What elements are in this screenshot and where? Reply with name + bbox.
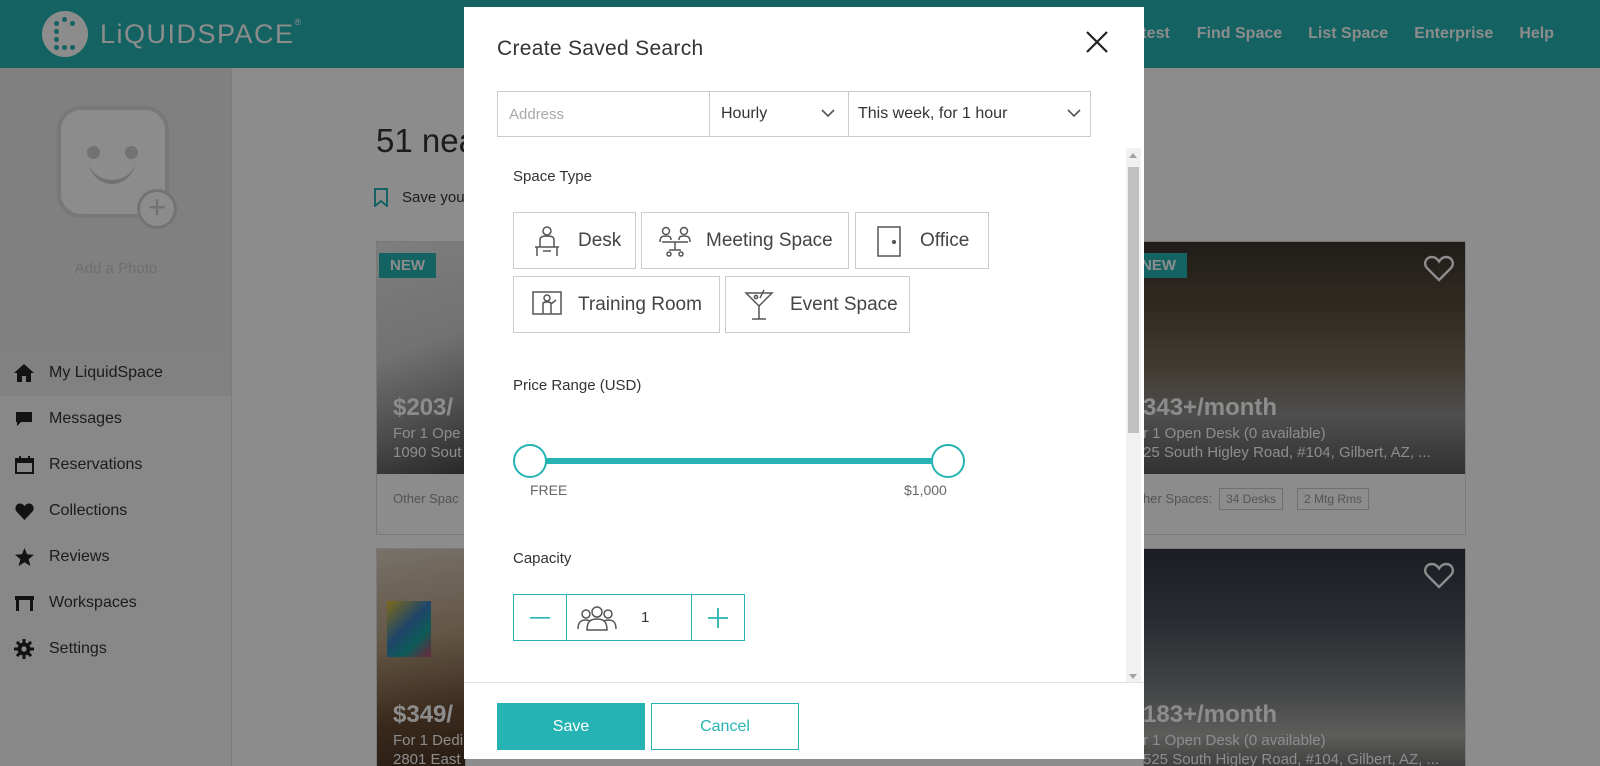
meeting-icon xyxy=(658,224,692,258)
scroll-up-arrow-icon[interactable] xyxy=(1129,153,1137,158)
price-range-track[interactable] xyxy=(530,458,948,464)
chevron-down-icon xyxy=(1067,109,1081,118)
capacity-value: 1 xyxy=(641,609,650,626)
save-button[interactable]: Save xyxy=(497,703,645,750)
space-type-label: Space Type xyxy=(513,168,592,185)
dialog-title: Create Saved Search xyxy=(497,37,704,60)
space-type-training-button[interactable]: Training Room xyxy=(513,276,720,333)
dialog-footer: Save Cancel xyxy=(464,682,1144,759)
price-max-label: $1,000 xyxy=(904,482,947,498)
desk-person-icon xyxy=(530,224,564,258)
scroll-thumb[interactable] xyxy=(1128,167,1139,433)
cancel-button[interactable]: Cancel xyxy=(651,703,799,750)
space-type-office-button[interactable]: Office xyxy=(855,212,989,269)
space-type-label-text: Training Room xyxy=(578,293,702,315)
capacity-label: Capacity xyxy=(513,550,572,567)
close-icon[interactable] xyxy=(1082,27,1112,57)
price-min-label: FREE xyxy=(530,482,568,498)
space-type-label-text: Desk xyxy=(578,229,622,251)
rate-type-value: Hourly xyxy=(721,105,768,122)
address-input[interactable] xyxy=(498,92,710,136)
plus-icon xyxy=(708,607,728,628)
date-range-value: This week, for 1 hour xyxy=(858,105,1008,122)
door-icon xyxy=(872,224,906,258)
space-type-meeting-button[interactable]: Meeting Space xyxy=(641,212,849,269)
capacity-value-field[interactable]: 1 xyxy=(566,595,692,640)
cocktail-icon xyxy=(742,288,776,322)
capacity-decrement-button[interactable] xyxy=(514,595,566,640)
space-type-event-button[interactable]: Event Space xyxy=(725,276,910,333)
rate-type-select[interactable]: Hourly xyxy=(710,92,849,136)
capacity-stepper: 1 xyxy=(513,594,745,641)
chevron-down-icon xyxy=(821,109,835,118)
search-criteria-row: Hourly This week, for 1 hour xyxy=(497,91,1091,137)
minus-icon xyxy=(530,616,550,619)
price-min-handle[interactable] xyxy=(513,444,547,478)
capacity-increment-button[interactable] xyxy=(692,595,744,640)
dialog-scrollbar[interactable] xyxy=(1126,148,1141,684)
people-group-icon xyxy=(577,605,617,631)
price-max-handle[interactable] xyxy=(931,444,965,478)
space-type-label-text: Meeting Space xyxy=(706,229,833,251)
space-type-desk-button[interactable]: Desk xyxy=(513,212,636,269)
create-saved-search-dialog: Create Saved Search Hourly This week, fo… xyxy=(464,7,1144,759)
presenter-icon xyxy=(530,288,564,322)
price-range-label: Price Range (USD) xyxy=(513,377,642,394)
date-range-select[interactable]: This week, for 1 hour xyxy=(849,92,1090,136)
scroll-down-arrow-icon[interactable] xyxy=(1129,674,1137,679)
space-type-label-text: Event Space xyxy=(790,293,898,315)
space-type-label-text: Office xyxy=(920,229,970,251)
